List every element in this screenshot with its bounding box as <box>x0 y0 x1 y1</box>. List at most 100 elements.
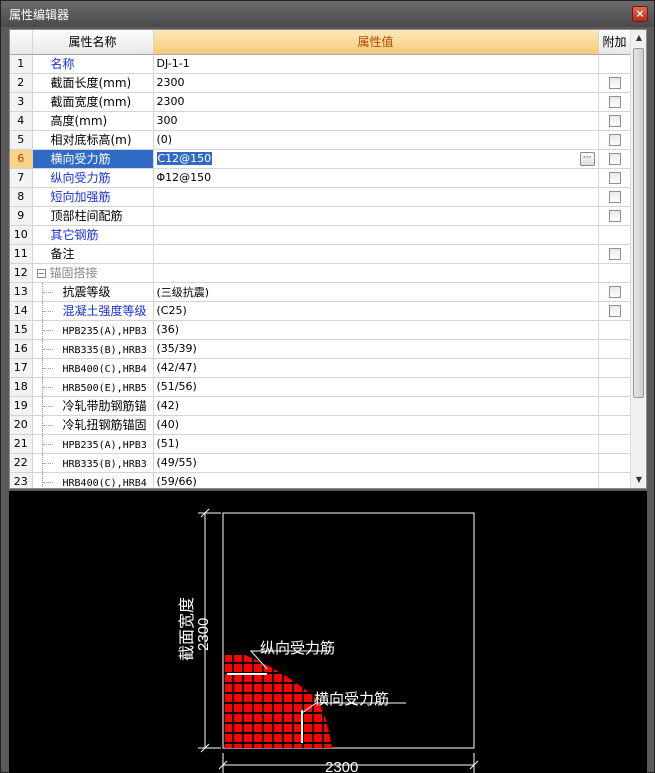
name-cell[interactable]: 冷轧带肋钢筋锚 <box>32 396 154 416</box>
value-cell[interactable]: C12@150 ··· <box>153 149 599 169</box>
name-cell[interactable]: HRB400(C),HRB4 <box>32 358 154 378</box>
name-cell[interactable]: 短向加强筋 <box>32 187 154 207</box>
collapse-icon[interactable]: − <box>36 269 46 278</box>
ellipsis-button[interactable]: ··· <box>579 151 595 166</box>
value-cell[interactable] <box>153 206 599 226</box>
table-row[interactable]: 13 抗震等级 (三级抗震) <box>10 282 632 302</box>
title-bar[interactable]: 属性编辑器 × <box>1 1 654 27</box>
table-row[interactable]: 6 横向受力筋 C12@150 ··· <box>10 149 632 169</box>
extra-checkbox[interactable] <box>608 172 621 184</box>
value-cell[interactable]: (36) <box>153 320 599 340</box>
value-cell[interactable]: (三级抗震) <box>153 282 599 302</box>
table-row[interactable]: 2 截面长度(mm) 2300 <box>10 73 632 93</box>
extra-checkbox[interactable] <box>608 96 621 108</box>
name-cell[interactable]: 高度(mm) <box>32 111 154 131</box>
extra-cell <box>598 396 632 416</box>
scroll-up-icon[interactable]: ▲ <box>631 30 646 46</box>
name-cell[interactable]: 抗震等级 <box>32 282 154 302</box>
name-cell[interactable]: HRB500(E),HRB5 <box>32 377 154 397</box>
name-cell[interactable]: HRB335(B),HRB3 <box>32 453 154 473</box>
name-cell[interactable]: 混凝土强度等级 <box>32 301 154 321</box>
value-cell[interactable]: 2300 <box>153 73 599 93</box>
table-row[interactable]: 4 高度(mm) 300 <box>10 111 632 131</box>
vertical-scrollbar[interactable]: ▲ ▼ <box>630 30 646 488</box>
name-cell[interactable]: 纵向受力筋 <box>32 168 154 188</box>
name-cell[interactable]: HPB235(A),HPB3 <box>32 434 154 454</box>
table-row[interactable]: 17 HRB400(C),HRB4 (42/47) <box>10 358 632 378</box>
tree-connector <box>41 434 54 452</box>
value-cell[interactable]: (42) <box>153 396 599 416</box>
close-button[interactable]: × <box>632 6 648 22</box>
table-row[interactable]: 18 HRB500(E),HRB5 (51/56) <box>10 377 632 397</box>
column-header-value[interactable]: 属性值 <box>153 30 599 55</box>
tree-connector <box>41 472 54 488</box>
name-cell[interactable]: 冷轧扭钢筋锚固 <box>32 415 154 435</box>
extra-checkbox[interactable] <box>608 305 621 317</box>
value-cell[interactable]: DJ-1-1 <box>153 54 599 74</box>
name-cell[interactable]: 横向受力筋 <box>32 149 154 169</box>
table-row[interactable]: 12− 锚固搭接 <box>10 263 632 283</box>
table-row[interactable]: 16 HRB335(B),HRB3 (35/39) <box>10 339 632 359</box>
property-value[interactable]: C12@150 <box>156 152 213 165</box>
name-cell[interactable]: − 锚固搭接 <box>32 263 154 283</box>
table-row[interactable]: 23 HRB400(C),HRB4 (59/66) <box>10 472 632 488</box>
extra-checkbox[interactable] <box>608 77 621 89</box>
property-name: 名称 <box>50 57 75 71</box>
name-cell[interactable]: 其它钢筋 <box>32 225 154 245</box>
extra-checkbox[interactable] <box>608 134 621 146</box>
name-cell[interactable]: HRB335(B),HRB3 <box>32 339 154 359</box>
value-cell[interactable]: (0) <box>153 130 599 150</box>
name-cell[interactable]: 截面宽度(mm) <box>32 92 154 112</box>
name-cell[interactable]: 名称 <box>32 54 154 74</box>
value-cell[interactable]: (42/47) <box>153 358 599 378</box>
value-cell[interactable] <box>153 244 599 264</box>
row-number: 13 <box>10 282 33 302</box>
value-cell[interactable]: 300 <box>153 111 599 131</box>
extra-checkbox[interactable] <box>608 191 621 203</box>
name-cell[interactable]: 备注 <box>32 244 154 264</box>
scroll-thumb[interactable] <box>633 48 644 398</box>
table-row[interactable]: 9 顶部柱间配筋 <box>10 206 632 226</box>
value-cell[interactable]: (C25) <box>153 301 599 321</box>
name-cell[interactable]: HRB400(C),HRB4 <box>32 472 154 488</box>
table-row[interactable]: 19 冷轧带肋钢筋锚 (42) <box>10 396 632 416</box>
column-header-extra[interactable]: 附加 <box>598 30 632 55</box>
table-row[interactable]: 14 混凝土强度等级 (C25) <box>10 301 632 321</box>
value-cell[interactable]: (51/56) <box>153 377 599 397</box>
value-cell[interactable]: (35/39) <box>153 339 599 359</box>
table-row[interactable]: 8 短向加强筋 <box>10 187 632 207</box>
extra-checkbox[interactable] <box>608 210 621 222</box>
value-cell[interactable]: (40) <box>153 415 599 435</box>
table-row[interactable]: 3 截面宽度(mm) 2300 <box>10 92 632 112</box>
value-cell[interactable] <box>153 187 599 207</box>
table-row[interactable]: 11 备注 <box>10 244 632 264</box>
table-row[interactable]: 5 相对底标高(m) (0) <box>10 130 632 150</box>
table-row[interactable]: 1 名称 DJ-1-1 <box>10 54 632 74</box>
value-cell[interactable]: Φ12@150 <box>153 168 599 188</box>
value-cell[interactable]: (49/55) <box>153 453 599 473</box>
table-row[interactable]: 22 HRB335(B),HRB3 (49/55) <box>10 453 632 473</box>
section-preview-drawing: 纵向受力筋 横向受力筋 2300 2300 截面宽度 <box>178 508 479 773</box>
name-cell[interactable]: 截面长度(mm) <box>32 73 154 93</box>
name-cell[interactable]: 顶部柱间配筋 <box>32 206 154 226</box>
value-cell[interactable] <box>153 263 599 283</box>
extra-checkbox[interactable] <box>608 153 621 165</box>
scroll-down-icon[interactable]: ▼ <box>631 472 646 488</box>
value-cell[interactable] <box>153 225 599 245</box>
extra-checkbox[interactable] <box>608 286 621 298</box>
table-row[interactable]: 10 其它钢筋 <box>10 225 632 245</box>
table-row[interactable]: 21 HPB235(A),HPB3 (51) <box>10 434 632 454</box>
name-cell[interactable]: HPB235(A),HPB3 <box>32 320 154 340</box>
property-value: (40) <box>156 418 180 431</box>
table-row[interactable]: 20 冷轧扭钢筋锚固 (40) <box>10 415 632 435</box>
value-cell[interactable]: (51) <box>153 434 599 454</box>
table-row[interactable]: 7 纵向受力筋 Φ12@150 <box>10 168 632 188</box>
extra-checkbox[interactable] <box>608 248 621 260</box>
name-cell[interactable]: 相对底标高(m) <box>32 130 154 150</box>
extra-checkbox[interactable] <box>608 115 621 127</box>
column-header-name[interactable]: 属性名称 <box>32 30 154 55</box>
value-cell[interactable]: 2300 <box>153 92 599 112</box>
value-cell[interactable]: (59/66) <box>153 472 599 488</box>
row-number: 2 <box>10 73 33 93</box>
table-row[interactable]: 15 HPB235(A),HPB3 (36) <box>10 320 632 340</box>
